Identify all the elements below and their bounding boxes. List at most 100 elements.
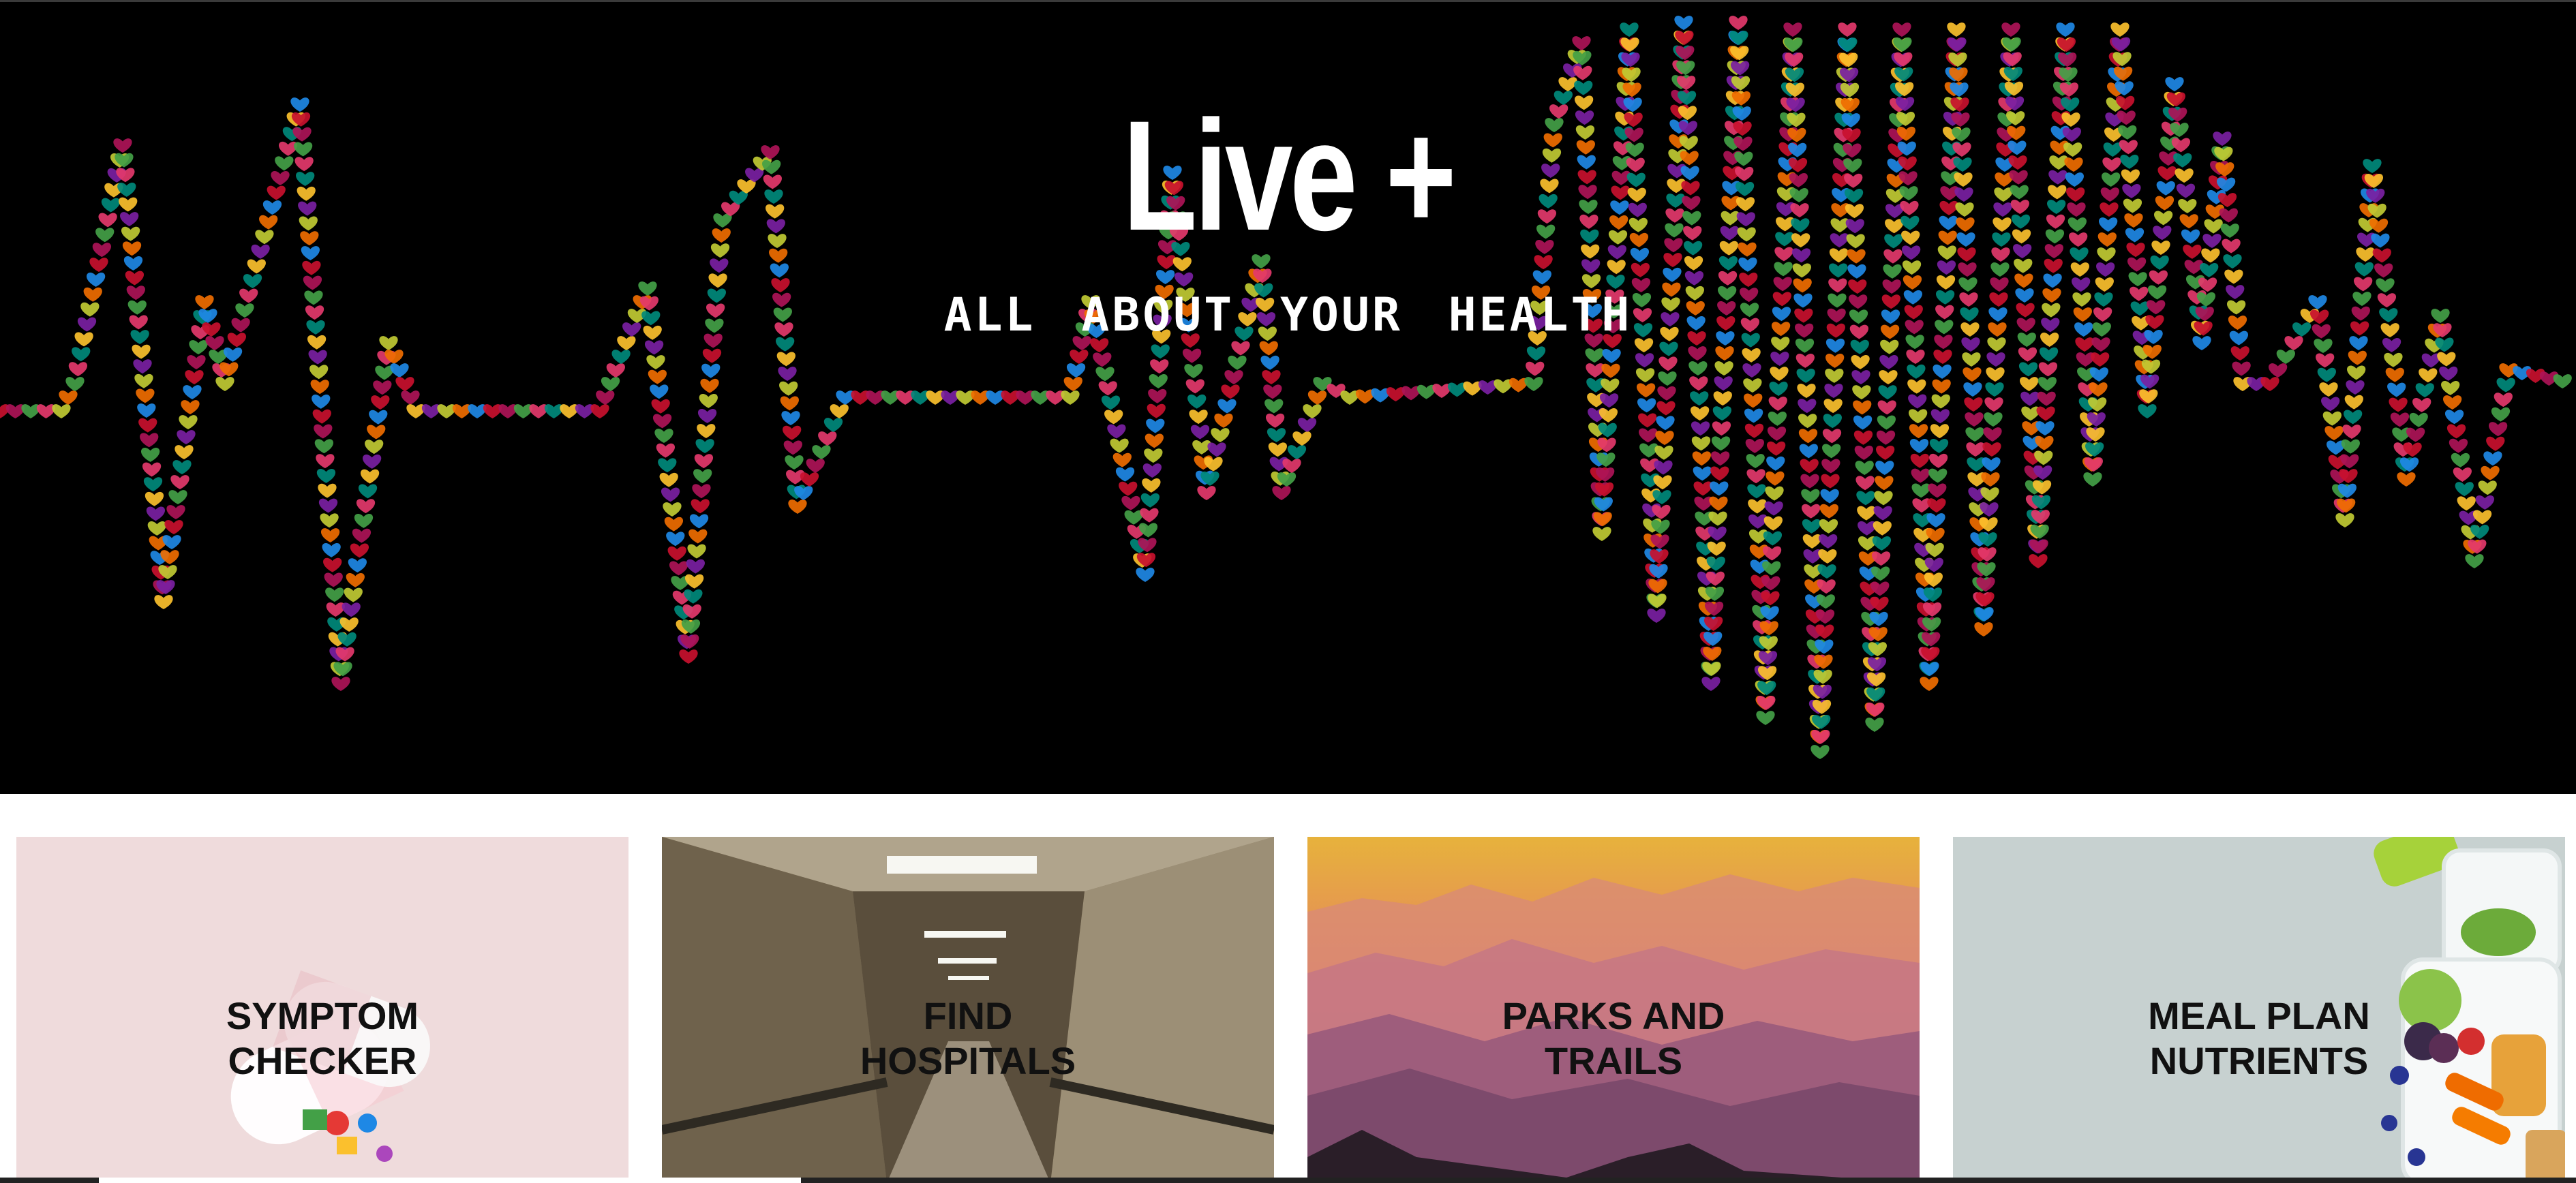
heart-icon	[59, 390, 78, 405]
meal-plan-nutrients-card[interactable]: MEAL PLAN NUTRIENTS	[1953, 837, 2565, 1183]
heart-icon	[318, 483, 337, 498]
heart-icon	[2110, 22, 2130, 37]
heart-icon	[2397, 472, 2416, 487]
heart-icon	[656, 443, 676, 458]
heart-icon	[1140, 508, 1159, 523]
heart-icon	[2372, 248, 2391, 263]
heart-icon	[1221, 384, 1240, 399]
heart-icon	[650, 384, 669, 399]
heart-icon	[322, 542, 341, 557]
heart-icon	[2406, 427, 2425, 442]
heart-icon	[1189, 410, 1208, 425]
heart-icon	[2035, 435, 2054, 450]
heart-icon	[1879, 354, 1898, 369]
heart-icon	[172, 460, 192, 474]
heart-icon	[1098, 381, 1117, 396]
symptom-checker-card[interactable]: SYMPTOM CHECKER	[16, 837, 628, 1183]
heart-icon	[1742, 363, 1761, 378]
heart-icon	[134, 373, 153, 388]
heart-icon	[2321, 397, 2340, 412]
heart-icon	[2465, 554, 2484, 568]
heart-icon	[1798, 429, 1818, 444]
heart-icon	[1148, 388, 1167, 403]
heart-icon	[1267, 428, 1286, 442]
heart-icon	[1268, 442, 1288, 457]
heart-icon	[101, 198, 121, 213]
heart-icon	[390, 363, 409, 378]
heart-icon	[1599, 393, 1619, 408]
heart-icon	[1963, 367, 1982, 382]
heart-icon	[1214, 413, 1233, 428]
heart-icon	[113, 138, 132, 153]
heart-icon	[120, 212, 139, 227]
heart-icon	[52, 404, 71, 418]
heart-icon	[1631, 262, 1650, 277]
heart-icon	[1691, 406, 1710, 421]
heart-icon	[2230, 346, 2249, 360]
heart-icon	[1877, 400, 1896, 415]
heart-icon	[177, 430, 196, 444]
heart-icon	[2342, 425, 2361, 439]
heart-icon	[1287, 445, 1307, 459]
heart-icon	[1264, 399, 1284, 414]
heart-icon	[1857, 506, 1876, 521]
heart-icon	[1909, 424, 1928, 439]
heart-icon	[1764, 501, 1783, 516]
heart-icon	[356, 499, 376, 514]
heart-icon	[122, 241, 142, 256]
card-title-line1: SYMPTOM	[226, 994, 419, 1037]
heart-icon	[1871, 551, 1891, 566]
heart-icon	[1883, 264, 1902, 279]
parks-and-trails-card[interactable]: PARKS AND TRAILS	[1307, 837, 1920, 1183]
heart-icon	[646, 355, 665, 369]
heart-icon	[1149, 374, 1168, 388]
heart-icon	[1684, 256, 1703, 271]
heart-icon	[2354, 262, 2374, 277]
heart-icon	[1966, 442, 1985, 457]
heart-icon	[1902, 260, 1922, 275]
heart-icon	[691, 499, 710, 514]
heart-icon	[1638, 413, 1657, 428]
horizontal-scrollbar[interactable]	[0, 1178, 2576, 1183]
heart-icon	[183, 385, 202, 399]
scrollbar-thumb[interactable]	[99, 1178, 801, 1183]
heart-icon	[1907, 364, 1926, 379]
heart-icon	[1601, 378, 1620, 393]
heart-icon	[1262, 370, 1281, 384]
heart-icon	[1101, 395, 1121, 410]
heart-icon	[72, 347, 91, 362]
heart-icon	[1984, 412, 2003, 427]
heart-icon	[314, 424, 333, 439]
heart-icon	[1744, 408, 1763, 423]
heart-icon	[2223, 254, 2242, 268]
heart-icon	[1911, 468, 1930, 483]
heart-icon	[2035, 421, 2055, 435]
heart-icon	[654, 429, 673, 443]
card-title-line2: NUTRIENTS	[2149, 1039, 2369, 1082]
heart-icon	[1800, 474, 1819, 489]
heart-icon	[2039, 347, 2059, 362]
heart-icon	[1986, 352, 2005, 367]
heart-icon	[1865, 718, 1884, 732]
heart-icon	[770, 263, 789, 278]
heart-icon	[806, 459, 825, 473]
heart-icon	[1228, 355, 1247, 370]
heart-icon	[2224, 269, 2243, 284]
heart-icon	[168, 490, 187, 504]
heart-icon	[1930, 409, 1950, 424]
heart-icon	[2346, 380, 2365, 395]
heart-icon	[2138, 404, 2157, 418]
heart-icon	[1738, 257, 1757, 272]
heart-icon	[1965, 427, 1984, 442]
heart-icon	[1800, 459, 1819, 474]
heart-icon	[1581, 274, 1601, 289]
heart-icon	[1524, 377, 1543, 391]
heart-icon	[1798, 399, 1817, 414]
heart-icon	[1581, 259, 1601, 274]
heart-icon	[1856, 491, 1875, 506]
heart-icon	[1822, 429, 1842, 444]
find-hospitals-card[interactable]: FIND HOSPITALS	[662, 837, 1274, 1183]
heart-icon	[1911, 483, 1930, 498]
heart-icon	[1871, 566, 1890, 581]
heart-icon	[1875, 476, 1894, 491]
